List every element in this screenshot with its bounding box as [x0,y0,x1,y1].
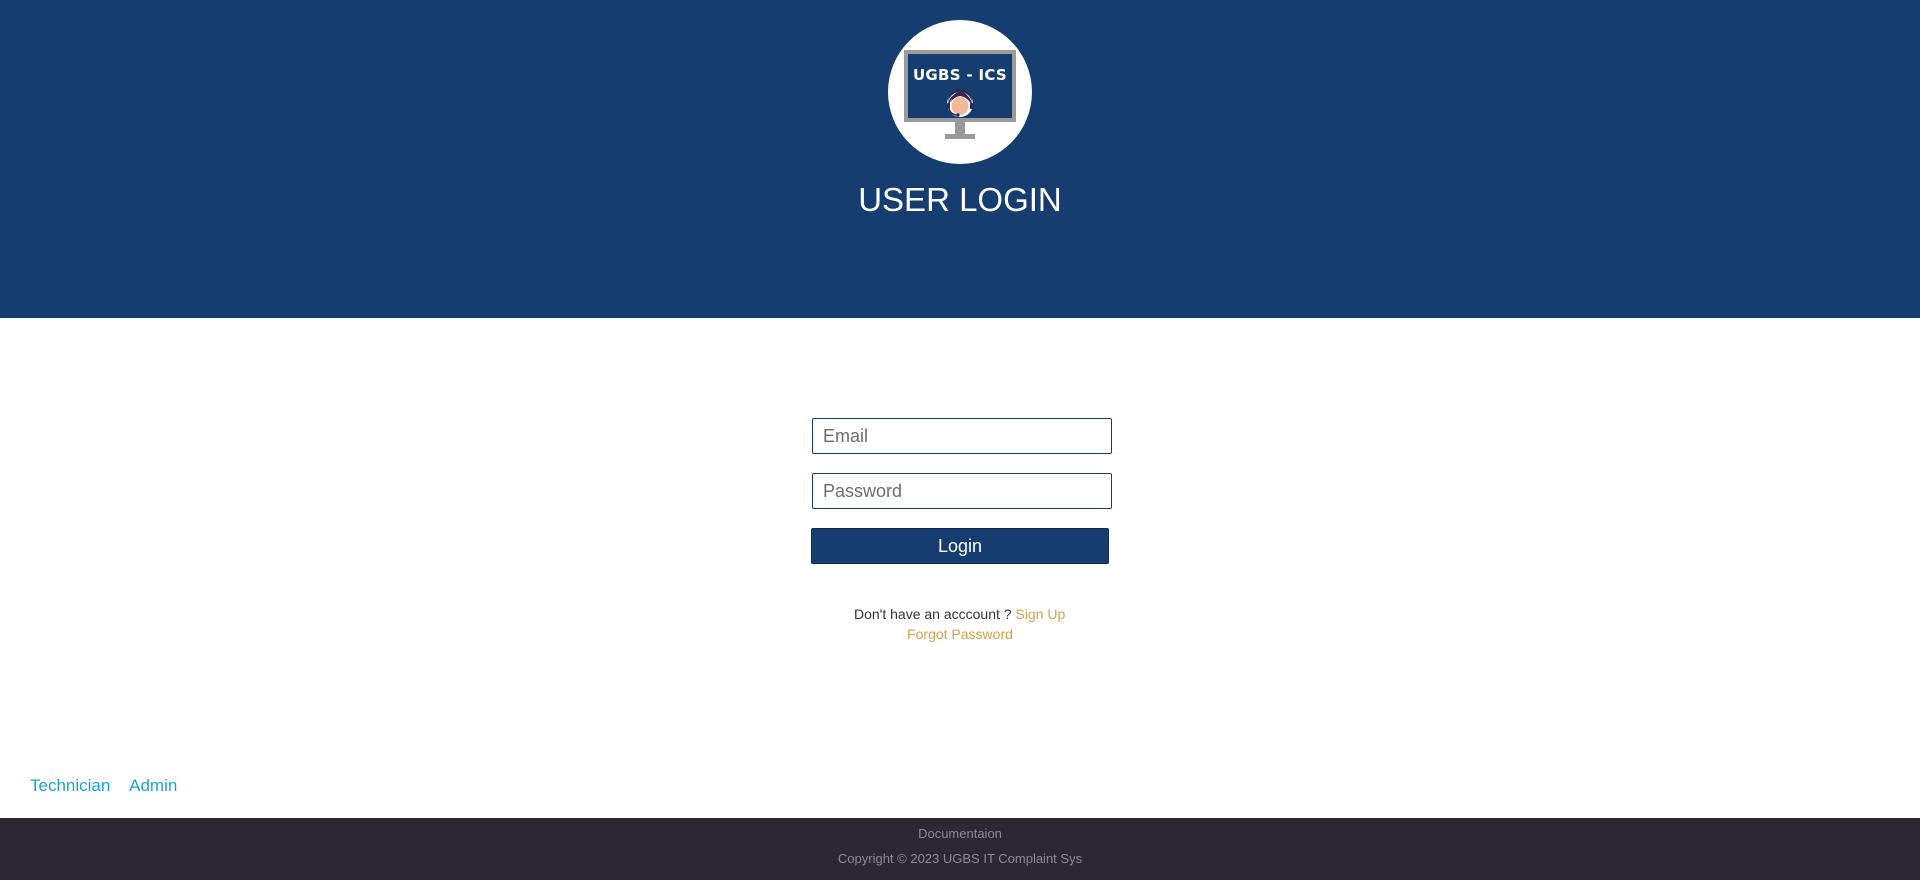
forgot-password-link[interactable]: Forgot Password [907,626,1013,642]
page-title: USER LOGIN [858,181,1062,218]
admin-link[interactable]: Admin [129,776,177,795]
header-banner: UGBS - ICS USER LOGIN [0,0,1920,318]
logo-text: UGBS - ICS [912,66,1008,84]
signup-prompt: Don't have an acccount ? [854,606,1012,622]
forgot-row: Forgot Password [0,626,1920,642]
role-links: Technician Admin [30,776,192,796]
email-field[interactable] [812,418,1112,454]
documentation-link[interactable]: Documentaion [0,826,1920,841]
signup-link[interactable]: Sign Up [1015,606,1065,622]
password-field[interactable] [812,473,1112,509]
copyright-text: Copyright © 2023 UGBS IT Complaint Sys [837,851,1083,866]
login-button[interactable]: Login [811,528,1109,564]
support-agent-monitor-icon [904,50,1016,139]
technician-link[interactable]: Technician [30,776,110,795]
footer: Documentaion Copyright © 2023 UGBS IT Co… [0,818,1920,880]
app-logo: UGBS - ICS [888,20,1032,164]
